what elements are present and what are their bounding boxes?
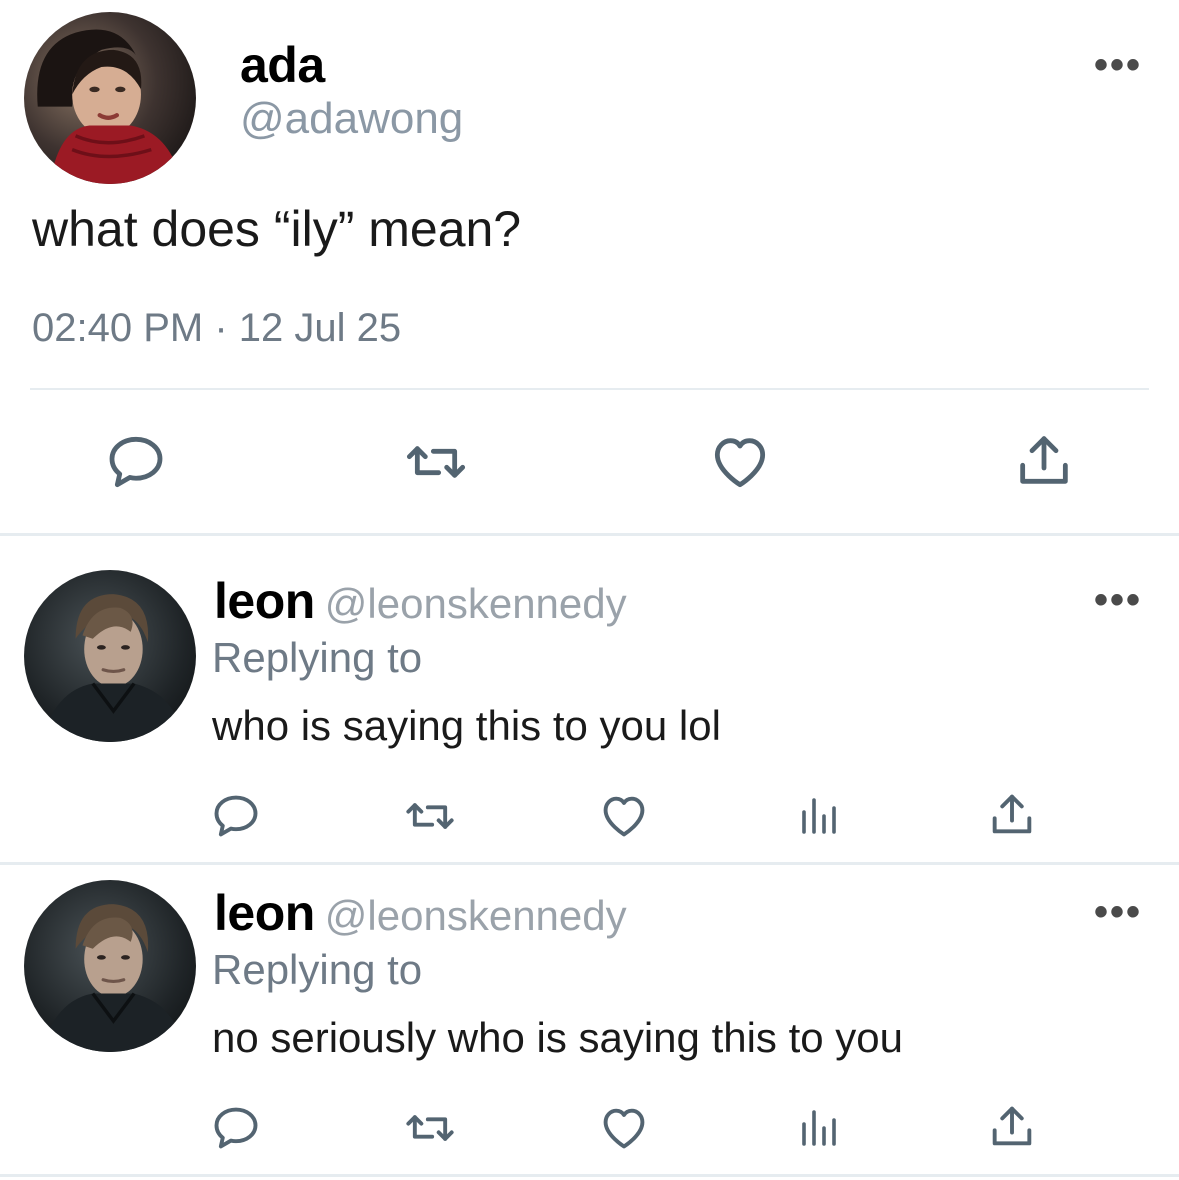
avatar-ada-image — [24, 12, 196, 184]
avatar[interactable] — [24, 570, 196, 742]
divider — [0, 533, 1179, 536]
retweet-icon[interactable] — [404, 1102, 456, 1154]
avatar-leon-image — [24, 570, 196, 742]
tweet-text: what does “ily” mean? — [32, 201, 522, 257]
analytics-icon[interactable] — [794, 1104, 842, 1152]
author-name[interactable]: ada — [240, 36, 325, 94]
author-handle[interactable]: @leonskennedy — [325, 580, 627, 628]
avatar[interactable] — [24, 880, 196, 1052]
reply-text: no seriously who is saying this to you — [212, 1014, 904, 1061]
replying-to[interactable]: Replying to — [212, 946, 422, 994]
share-icon[interactable] — [1012, 428, 1076, 492]
tweet-timestamp[interactable]: 02:40 PM · 12 Jul 25 — [32, 306, 401, 351]
retweet-icon[interactable] — [404, 430, 468, 494]
more-options-icon[interactable]: ••• — [1094, 892, 1142, 932]
author-name[interactable]: leon — [214, 572, 315, 630]
divider — [0, 862, 1179, 865]
more-options-icon[interactable]: ••• — [1094, 580, 1142, 620]
reply-icon[interactable] — [210, 790, 262, 842]
divider — [30, 388, 1149, 390]
reply-icon[interactable] — [104, 430, 168, 494]
replying-to[interactable]: Replying to — [212, 634, 422, 682]
author-name[interactable]: leon — [214, 884, 315, 942]
reply-header: leon @leonskennedy — [214, 572, 627, 630]
share-icon[interactable] — [986, 1100, 1038, 1152]
divider — [0, 1174, 1179, 1177]
analytics-icon[interactable] — [794, 792, 842, 840]
avatar-leon-image — [24, 880, 196, 1052]
author-handle[interactable]: @leonskennedy — [325, 892, 627, 940]
reply-text: who is saying this to you lol — [212, 702, 721, 749]
share-icon[interactable] — [986, 788, 1038, 840]
author-handle[interactable]: @adawong — [240, 94, 463, 144]
reply-header: leon @leonskennedy — [214, 884, 627, 942]
like-icon[interactable] — [598, 1102, 650, 1154]
more-options-icon[interactable]: ••• — [1094, 45, 1142, 85]
like-icon[interactable] — [598, 790, 650, 842]
like-icon[interactable] — [708, 430, 772, 494]
retweet-icon[interactable] — [404, 790, 456, 842]
avatar[interactable] — [24, 12, 196, 184]
reply-icon[interactable] — [210, 1102, 262, 1154]
